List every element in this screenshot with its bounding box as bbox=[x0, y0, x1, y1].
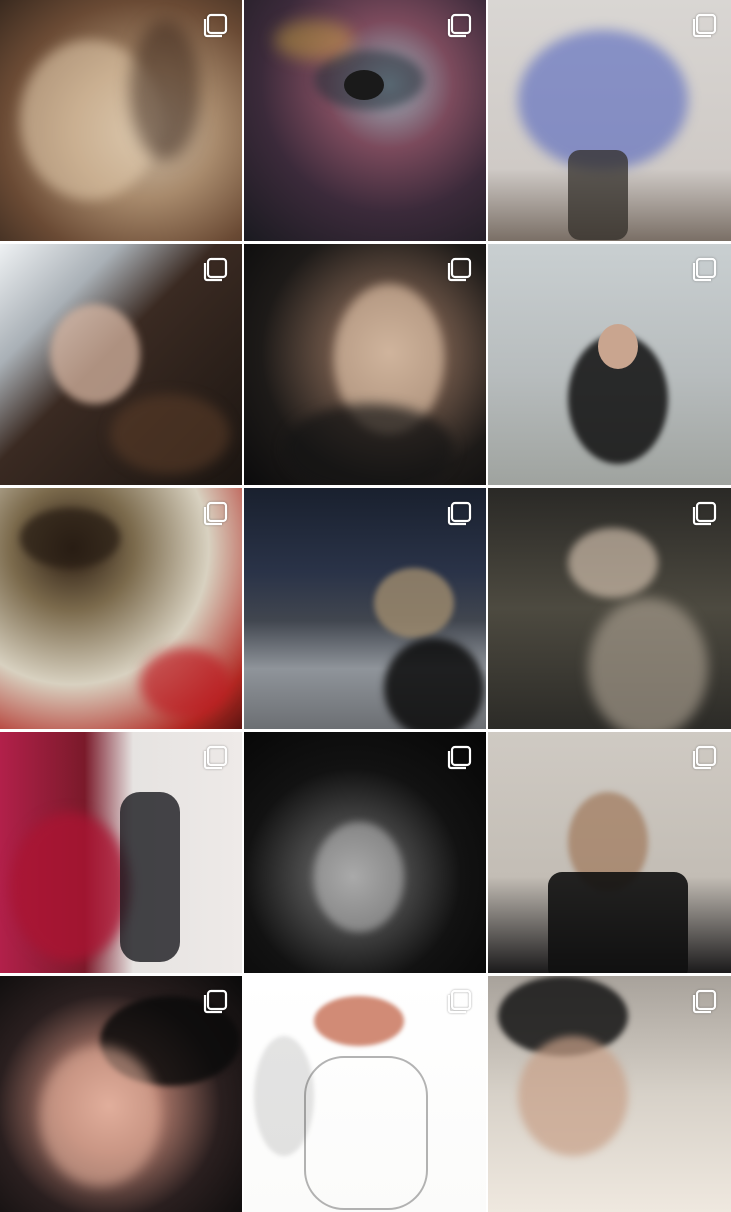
carousel-icon bbox=[446, 989, 472, 1015]
post-tile-14[interactable] bbox=[244, 976, 486, 1212]
post-tile-2[interactable] bbox=[244, 0, 486, 241]
post-tile-7[interactable] bbox=[0, 488, 242, 729]
carousel-icon bbox=[691, 13, 717, 39]
post-tile-3[interactable] bbox=[488, 0, 731, 241]
post-tile-1[interactable] bbox=[0, 0, 242, 241]
post-tile-11[interactable] bbox=[244, 732, 486, 973]
carousel-icon bbox=[446, 13, 472, 39]
post-tile-8[interactable] bbox=[244, 488, 486, 729]
carousel-icon bbox=[202, 989, 228, 1015]
post-tile-12[interactable] bbox=[488, 732, 731, 973]
carousel-icon bbox=[446, 745, 472, 771]
post-tile-10[interactable] bbox=[0, 732, 242, 973]
post-tile-6[interactable] bbox=[488, 244, 731, 485]
carousel-icon bbox=[202, 13, 228, 39]
post-tile-13[interactable] bbox=[0, 976, 242, 1212]
post-tile-5[interactable] bbox=[244, 244, 486, 485]
carousel-icon bbox=[446, 257, 472, 283]
carousel-icon bbox=[691, 745, 717, 771]
post-tile-4[interactable] bbox=[0, 244, 242, 485]
post-tile-15[interactable] bbox=[488, 976, 731, 1212]
carousel-icon bbox=[202, 257, 228, 283]
carousel-icon bbox=[202, 501, 228, 527]
carousel-icon bbox=[691, 257, 717, 283]
post-grid bbox=[0, 0, 731, 1212]
carousel-icon bbox=[691, 989, 717, 1015]
post-tile-9[interactable] bbox=[488, 488, 731, 729]
carousel-icon bbox=[446, 501, 472, 527]
carousel-icon bbox=[691, 501, 717, 527]
carousel-icon bbox=[202, 745, 228, 771]
